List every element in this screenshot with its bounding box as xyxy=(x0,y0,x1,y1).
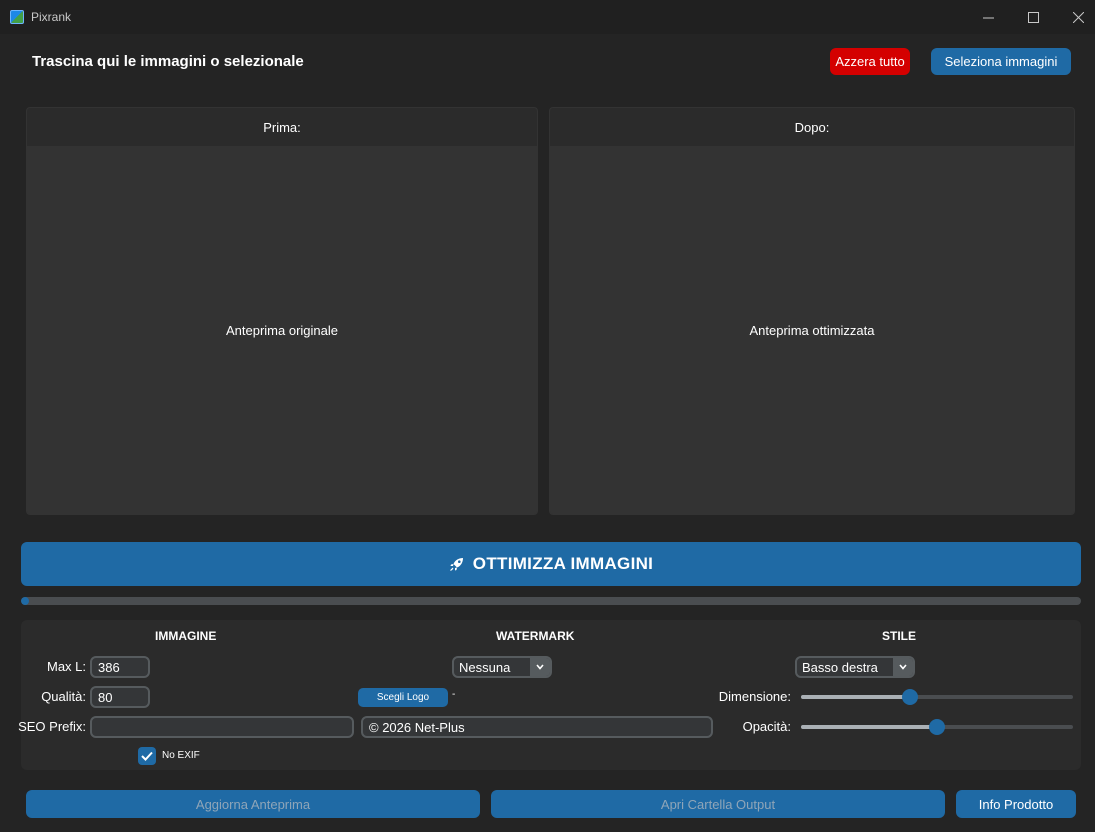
size-slider-fill xyxy=(801,695,910,699)
close-icon xyxy=(1072,11,1084,23)
before-preview-title: Prima: xyxy=(263,119,301,135)
opacity-slider-handle[interactable] xyxy=(929,719,945,735)
window-title: Pixrank xyxy=(31,10,72,24)
open-output-folder-button[interactable]: Apri Cartella Output xyxy=(491,790,945,818)
reset-all-button[interactable]: Azzera tutto xyxy=(830,48,910,75)
style-section-title: STILE xyxy=(882,629,917,643)
quality-input[interactable]: 80 xyxy=(90,686,150,708)
max-width-input[interactable]: 386 xyxy=(90,656,150,678)
app-logo-icon xyxy=(10,10,24,24)
size-slider-handle[interactable] xyxy=(901,689,918,705)
image-section-title: IMMAGINE xyxy=(155,629,217,643)
maximize-button[interactable] xyxy=(1010,0,1056,34)
position-select[interactable]: Basso destra xyxy=(795,656,915,678)
after-preview-title: Dopo: xyxy=(794,119,830,135)
choose-logo-button[interactable]: Scegli Logo xyxy=(358,688,448,707)
before-preview-panel[interactable]: Prima: Anteprima originale xyxy=(26,107,538,515)
no-exif-label: No EXIF xyxy=(162,750,200,761)
watermark-text-input[interactable]: © 2026 Net-Plus xyxy=(361,716,713,738)
rocket-icon xyxy=(449,558,463,571)
before-preview-placeholder: Anteprima originale xyxy=(27,146,537,514)
progress-fill xyxy=(21,597,30,605)
max-width-label: Max L: xyxy=(46,659,86,674)
position-value: Basso destra xyxy=(802,659,878,675)
no-exif-checkbox[interactable] xyxy=(138,747,156,765)
size-label: Dimensione: xyxy=(718,689,791,704)
logo-path-label: - xyxy=(452,689,456,700)
opacity-slider[interactable] xyxy=(801,719,1073,735)
product-info-button[interactable]: Info Prodotto xyxy=(956,790,1076,818)
watermark-type-value: Nessuna xyxy=(459,659,511,675)
chevron-down-icon xyxy=(893,658,913,676)
close-button[interactable] xyxy=(1055,0,1095,34)
select-images-button[interactable]: Seleziona immagini xyxy=(931,48,1071,75)
maximize-icon xyxy=(1027,11,1039,23)
minimize-button[interactable] xyxy=(965,0,1011,34)
after-preview-placeholder: Anteprima ottimizzata xyxy=(550,146,1074,514)
seo-prefix-input[interactable] xyxy=(90,716,354,738)
checkmark-icon xyxy=(141,751,153,761)
optimize-images-label: OTTIMIZZA IMMAGINI xyxy=(472,554,654,573)
opacity-label: Opacità: xyxy=(742,719,791,734)
refresh-preview-button[interactable]: Aggiorna Anteprima xyxy=(26,790,480,818)
chevron-down-icon xyxy=(530,658,550,676)
quality-label: Qualità: xyxy=(41,689,86,704)
after-preview-panel[interactable]: Dopo: Anteprima ottimizzata xyxy=(549,107,1075,515)
size-slider[interactable] xyxy=(801,689,1073,705)
progress-bar xyxy=(21,597,1081,605)
watermark-section-title: WATERMARK xyxy=(496,629,575,643)
optimize-images-button[interactable]: OTTIMIZZA IMMAGINI xyxy=(21,542,1081,586)
drop-zone-title: Trascina qui le immagini o selezionale xyxy=(32,53,304,70)
watermark-type-select[interactable]: Nessuna xyxy=(452,656,552,678)
seo-prefix-label: SEO Prefix: xyxy=(18,719,86,734)
title-bar xyxy=(0,0,1095,34)
opacity-slider-fill xyxy=(801,725,937,729)
minimize-icon xyxy=(982,17,994,18)
